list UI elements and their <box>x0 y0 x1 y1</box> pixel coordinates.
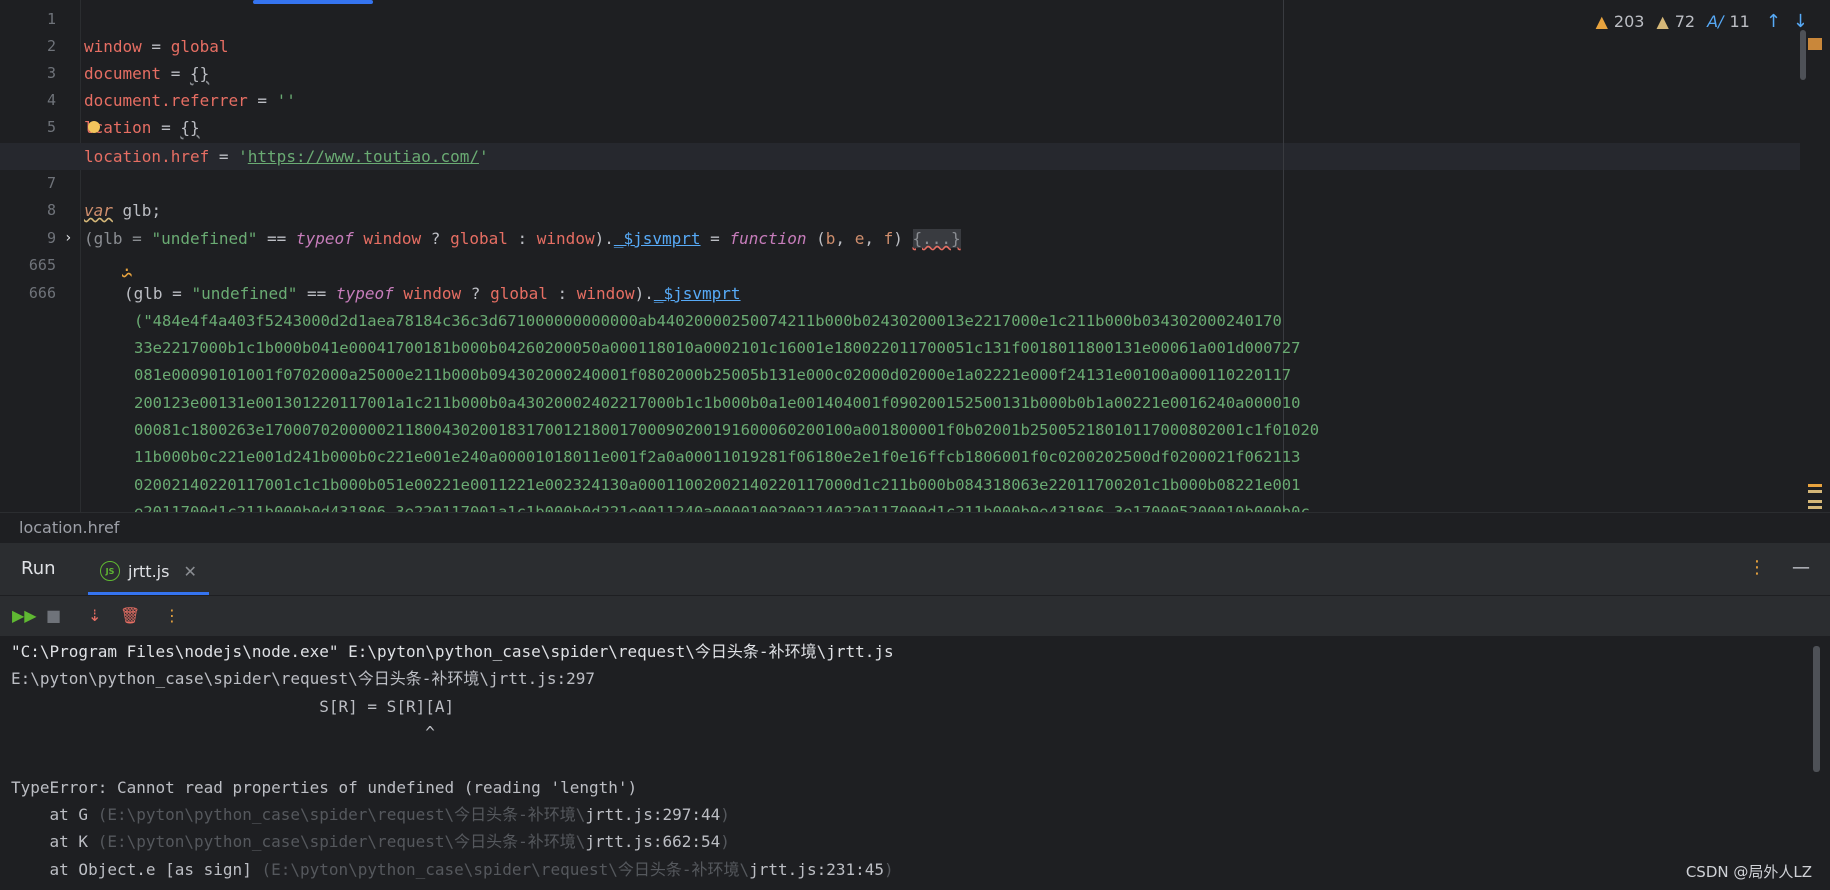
warning-triangle-icon: ▲ <box>1656 11 1669 31</box>
hex-string-line: 200123e00131e001301220117001a1c211b000b0… <box>134 394 1301 412</box>
run-panel-header: Run JS jrtt.js ✕ ⋮ — <box>0 543 1830 596</box>
stripe-marker <box>1808 484 1822 487</box>
stripe-marker <box>1808 500 1822 503</box>
active-tab-indicator <box>88 592 209 595</box>
lightbulb-icon[interactable] <box>87 120 100 133</box>
hex-string-line: e2011700d1c211b000b0d431806 3e220117001a… <box>134 503 1310 512</box>
hex-string-line: ("484e4f4a403f5243000d2d1aea78184c36c3d6… <box>134 312 1282 330</box>
hex-string-line: 081e00090101001f0702000a25000e211b000b09… <box>134 366 1292 384</box>
arrow-up-icon[interactable]: ↑ <box>1766 11 1781 32</box>
line-number: 4 <box>46 91 56 109</box>
watermark: CSDN @局外人LZ <box>1685 863 1812 881</box>
stop-icon[interactable]: ■ <box>46 606 61 625</box>
console-line: S[R] = S[R][A] <box>11 697 455 716</box>
code-line-2: window = global <box>84 37 229 56</box>
line-number: 9 <box>46 229 56 247</box>
fold-chevron-icon[interactable]: › <box>64 225 72 252</box>
code-line-5: lcation = {} <box>84 114 200 141</box>
error-stripe[interactable] <box>1804 0 1830 512</box>
stack-frame: at G (E:\pyton\python_case\spider\reques… <box>11 805 730 824</box>
tab-label: jrtt.js <box>128 561 170 581</box>
line-number: 7 <box>46 174 56 192</box>
breadcrumb[interactable]: location.href <box>0 512 1830 544</box>
more-options-icon[interactable]: ⋮ <box>164 606 180 625</box>
error-message: TypeError: Cannot read properties of und… <box>11 778 638 797</box>
nodejs-file-icon: JS <box>100 561 120 581</box>
run-panel-title: Run <box>21 558 56 579</box>
code-line-9: (glb = "undefined" == typeof window ? gl… <box>84 229 961 248</box>
code-line-665: . <box>122 256 132 275</box>
line-number-gutter: 1 2 3 4 5 6 7 8 9 665 666 › <box>0 0 81 512</box>
rerun-icon[interactable]: ▶▶ <box>12 606 37 625</box>
code-line-666: (glb = "undefined" == typeof window ? gl… <box>124 284 741 303</box>
url-link[interactable]: https://www.toutiao.com/ <box>248 147 479 166</box>
stripe-marker <box>1808 38 1822 50</box>
line-number: 5 <box>46 118 56 136</box>
close-icon[interactable]: ✕ <box>183 562 196 581</box>
stripe-marker <box>1808 490 1822 493</box>
folded-block[interactable]: {...} <box>912 229 961 248</box>
line-number: 2 <box>46 37 56 55</box>
scroll-to-end-icon[interactable]: ⇣ <box>88 606 101 625</box>
clear-console-icon[interactable]: 🗑 <box>120 606 140 625</box>
code-line-6: location.href = 'https://www.toutiao.com… <box>84 147 489 166</box>
inspection-widget[interactable]: ▲ 203 ▲ 72 A∕ 11 ↑ ↓ <box>1596 10 1808 32</box>
breadcrumb-item[interactable]: location.href <box>19 518 119 537</box>
code-editor[interactable]: 1 2 3 4 5 6 7 8 9 665 666 › window = glo… <box>0 0 1830 512</box>
tab-jrtt-js[interactable]: JS jrtt.js ✕ <box>88 551 209 595</box>
hex-string-line: 33e2217000b1c1b000b041e00041700181b000b0… <box>134 339 1301 357</box>
warning-count: 72 <box>1674 11 1696 31</box>
stack-frame: at Object.e [as sign] (E:\pyton\python_c… <box>11 860 894 879</box>
line-number: 1 <box>46 10 56 28</box>
console-line: "C:\Program Files\nodejs\node.exe" E:\py… <box>11 642 894 661</box>
code-line-4: document.referrer = '' <box>84 91 296 110</box>
console-line: ^ <box>11 723 435 742</box>
error-count: 203 <box>1613 11 1645 31</box>
console-output[interactable]: "C:\Program Files\nodejs\node.exe" E:\py… <box>0 636 1830 890</box>
hex-string-line: 02002140220117001c1c1b000b051e00221e0011… <box>134 476 1301 494</box>
stripe-marker <box>1808 506 1822 509</box>
stack-link[interactable]: jrtt.js:662:54 <box>585 832 720 851</box>
line-number: 8 <box>46 201 56 219</box>
hex-string-line: 00081c1800263e17000702000002118004302001… <box>134 421 1320 439</box>
code-line-8: var glb; <box>84 201 162 220</box>
console-line: E:\pyton\python_case\spider\request\今日头条… <box>11 669 596 688</box>
line-number: 666 <box>28 284 56 302</box>
console-scrollbar[interactable] <box>1813 646 1820 772</box>
more-options-icon[interactable]: ⋮ <box>1748 557 1766 578</box>
spellcheck-icon: A∕ <box>1707 11 1724 31</box>
stack-link[interactable]: jrtt.js:231:45 <box>749 860 884 879</box>
code-line-3: document = {} <box>84 64 210 83</box>
line-number: 3 <box>46 64 56 82</box>
minimize-icon[interactable]: — <box>1792 557 1810 578</box>
editor-scrollbar[interactable] <box>1800 30 1806 80</box>
hex-string-line: 11b000b0c221e001d241b000b0c221e001e240a0… <box>134 448 1301 466</box>
line-number: 665 <box>28 256 56 274</box>
stack-frame: at K (E:\pyton\python_case\spider\reques… <box>11 832 730 851</box>
run-toolbar: ▶▶ ■ ⇣ 🗑 ⋮ <box>0 596 1830 636</box>
typo-count: 11 <box>1729 11 1750 31</box>
stack-link[interactable]: jrtt.js:297:44 <box>585 805 720 824</box>
warning-triangle-icon: ▲ <box>1595 11 1608 31</box>
